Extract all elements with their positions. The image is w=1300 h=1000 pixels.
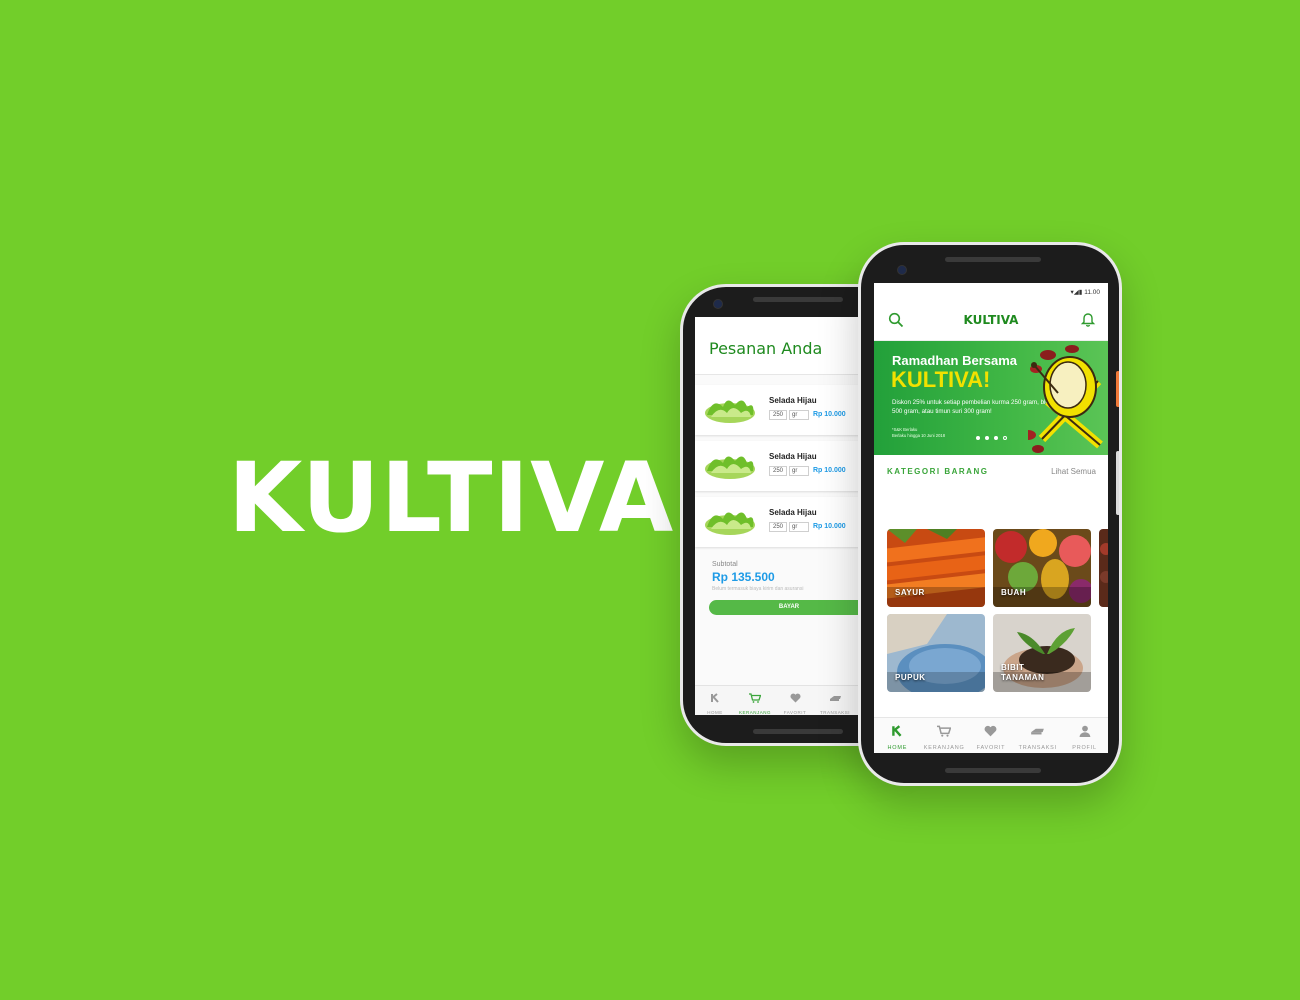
power-button [1116, 451, 1119, 515]
carousel-dot[interactable] [1003, 436, 1007, 440]
nav-label: TRANSAKSI [1018, 745, 1057, 751]
banner-terms: *S&K Berlaku Berlaku hingga 10 Juni 2018 [892, 427, 945, 439]
quantity-field[interactable]: 250 [769, 410, 787, 420]
phone-home-mockup: ▾◢▮ 11.00 KULTIVA Ramadhan Bersama KULTI… [858, 242, 1122, 786]
cart-icon [937, 725, 952, 737]
nav-label: FAVORIT [976, 745, 1006, 751]
category-section-header: KATEGORI BARANG Lihat Semua [874, 455, 1108, 489]
speaker-grille [753, 297, 843, 302]
profile-icon [1079, 725, 1090, 737]
banner-terms-line2: Berlaku hingga 10 Juni 2018 [892, 433, 946, 438]
bottom-nav: HOME KERANJANG FAVORIT TRANSAKSI PROFIL [874, 717, 1108, 753]
nav-item-home[interactable]: HOME [874, 718, 920, 753]
item-price: Rp 10.000 [813, 411, 846, 418]
quantity-field[interactable]: 250 [769, 466, 787, 476]
heart-icon [985, 725, 997, 737]
front-camera [713, 299, 723, 309]
promo-banner[interactable]: Ramadhan Bersama KULTIVA! Diskon 25% unt… [874, 341, 1108, 455]
pay-button[interactable]: BAYAR [709, 600, 869, 615]
k-logo-icon [892, 725, 902, 737]
item-price: Rp 10.000 [813, 523, 846, 530]
nav-item-favorite[interactable]: FAVORIT [968, 718, 1014, 753]
category-label-line: BIBIT [1001, 663, 1025, 672]
lettuce-image [705, 400, 755, 423]
cart-icon [749, 693, 762, 703]
item-name: Selada Hijau [769, 452, 817, 461]
signal-icon: ▾◢▮ [1070, 289, 1085, 296]
item-price: Rp 10.000 [813, 467, 846, 474]
unit-select[interactable]: gr [789, 522, 809, 532]
nav-item-favorite[interactable]: FAVORIT [775, 686, 815, 715]
carousel-dot[interactable] [985, 436, 989, 440]
bell-icon[interactable] [1080, 311, 1096, 327]
heart-icon [789, 693, 801, 703]
category-label: BUAH [1001, 588, 1027, 597]
front-camera [897, 265, 907, 275]
nav-label: FAVORIT [783, 710, 807, 715]
transaction-icon [1031, 728, 1045, 735]
banner-brand: KULTIVA! [891, 367, 991, 392]
carousel-indicator[interactable] [976, 436, 1007, 440]
app-title: KULTIVA [963, 313, 1019, 327]
nav-item-cart[interactable]: KERANJANG [735, 686, 775, 715]
k-logo-icon [711, 693, 719, 703]
nav-item-profile[interactable]: PROFIL [1062, 718, 1108, 753]
carousel-dot[interactable] [994, 436, 998, 440]
category-card-bibit-tanaman[interactable]: BIBIT TANAMAN [993, 614, 1091, 692]
nav-label: KERANJANG [738, 710, 771, 715]
item-name: Selada Hijau [769, 508, 817, 517]
volume-button [1116, 371, 1119, 407]
speaker-grille-bottom [753, 729, 843, 734]
see-all-link[interactable]: Lihat Semua [1051, 467, 1096, 476]
lettuce-image [705, 456, 755, 479]
brand-title: KULTIVA [228, 442, 675, 554]
nav-item-home[interactable]: HOME [695, 686, 735, 715]
category-label: BIBIT TANAMAN [1001, 663, 1044, 683]
category-label-line: TANAMAN [1001, 673, 1045, 682]
section-title: KATEGORI BARANG [887, 467, 989, 476]
drum-illustration [1028, 345, 1103, 453]
unit-select[interactable]: gr [789, 410, 809, 420]
nav-item-transaction[interactable]: TRANSAKSI [815, 686, 855, 715]
nav-item-transaction[interactable]: TRANSAKSI [1015, 718, 1061, 753]
banner-headline: Ramadhan Bersama [892, 353, 1017, 368]
nav-label: PROFIL [1072, 745, 1097, 751]
lettuce-image [705, 512, 755, 535]
quantity-field[interactable]: 250 [769, 522, 787, 532]
category-label: PUPUK [895, 673, 926, 682]
transaction-icon [829, 696, 841, 701]
speaker-grille-bottom [945, 768, 1041, 773]
category-card-partial[interactable] [1099, 529, 1108, 607]
category-card-sayur[interactable]: SAYUR [887, 529, 985, 607]
status-bar: ▾◢▮ 11.00 [874, 283, 1108, 299]
category-label: SAYUR [895, 588, 925, 597]
app-bar: KULTIVA [874, 299, 1108, 341]
nav-label: HOME [887, 745, 908, 751]
nav-label: TRANSAKSI [819, 710, 850, 715]
category-grid: SAYUR BUAH PUPUK BIBIT TANAMAN [887, 529, 1108, 699]
home-screen: ▾◢▮ 11.00 KULTIVA Ramadhan Bersama KULTI… [874, 283, 1108, 753]
carousel-dot[interactable] [976, 436, 980, 440]
category-card-buah[interactable]: BUAH [993, 529, 1091, 607]
status-time: 11.00 [1084, 289, 1100, 296]
speaker-grille [945, 257, 1041, 262]
nav-label: HOME [707, 710, 723, 715]
nav-item-cart[interactable]: KERANJANG [921, 718, 967, 753]
produce-photo [1099, 529, 1108, 607]
category-card-pupuk[interactable]: PUPUK [887, 614, 985, 692]
item-name: Selada Hijau [769, 396, 817, 405]
nav-label: KERANJANG [923, 745, 965, 751]
unit-select[interactable]: gr [789, 466, 809, 476]
